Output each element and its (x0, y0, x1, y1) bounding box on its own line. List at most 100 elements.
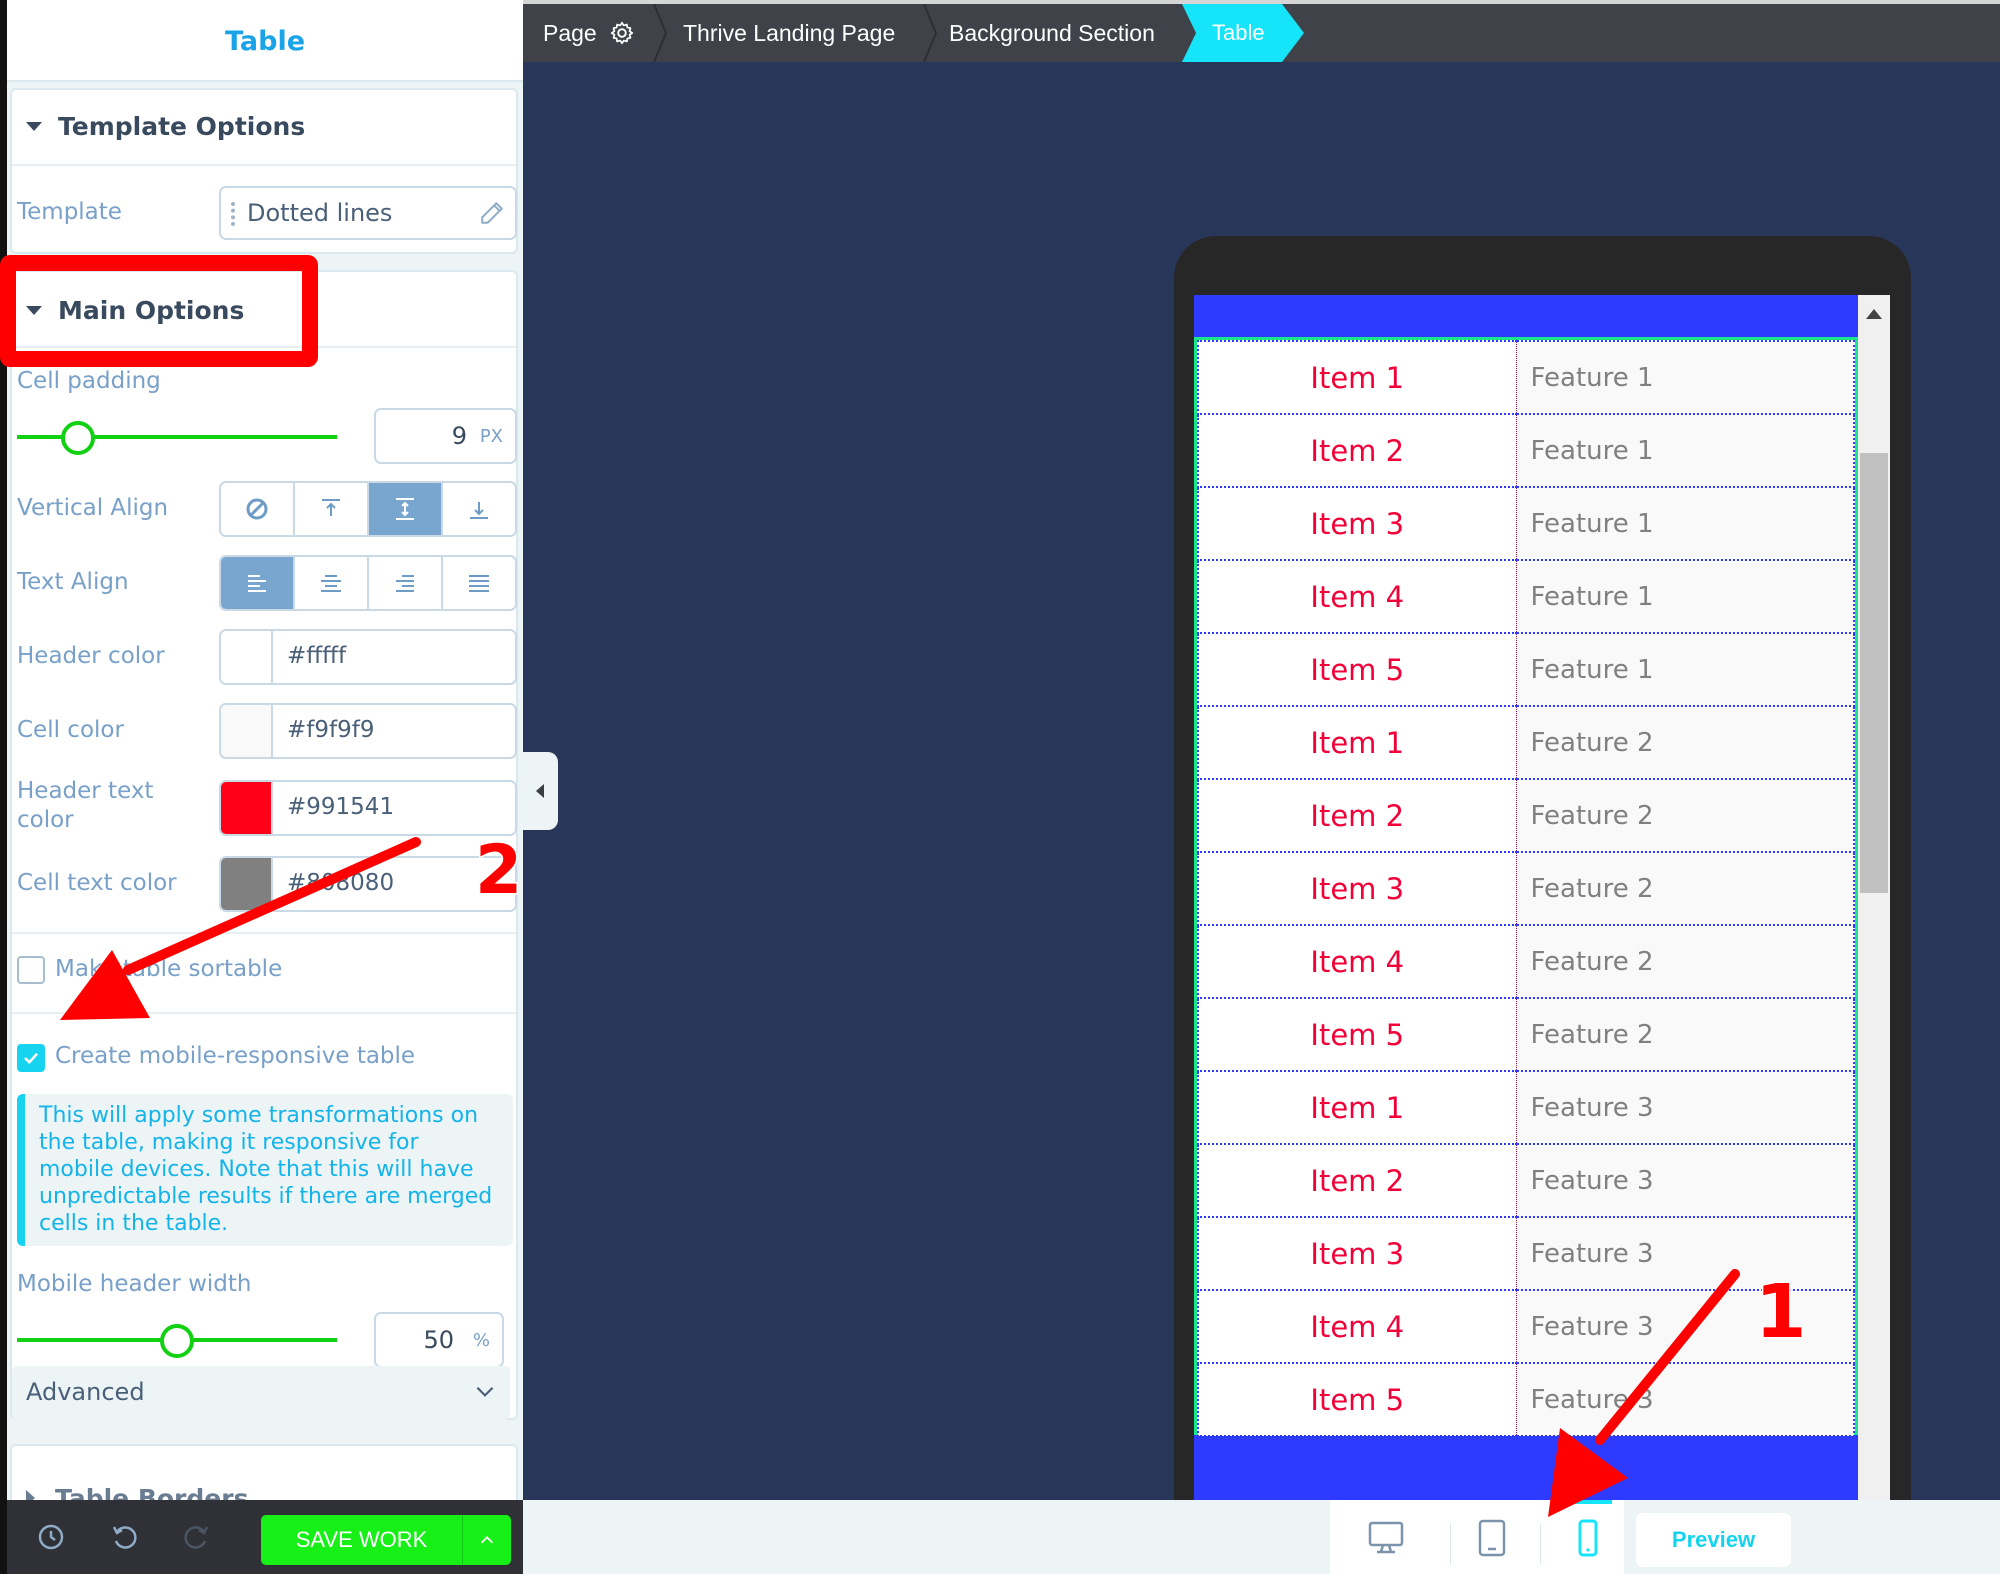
pencil-icon[interactable] (479, 200, 505, 226)
table-header-cell[interactable]: Item 2 (1197, 414, 1517, 488)
cell-padding-slider[interactable] (17, 417, 337, 457)
history-icon[interactable] (36, 1522, 66, 1552)
tablet-view-button[interactable] (1468, 1518, 1516, 1558)
header-text-color-value: #991541 (287, 794, 395, 820)
table-borders-header[interactable]: Table Borders (26, 1484, 248, 1500)
header-color-value: #fffff (287, 643, 347, 669)
text-align-left-button[interactable] (221, 557, 295, 609)
breadcrumb-item-page[interactable]: Page (543, 4, 635, 62)
save-work-button[interactable]: SAVE WORK (261, 1515, 511, 1565)
table-cell[interactable]: Feature 2 (1516, 998, 1855, 1072)
label-line: color (17, 807, 74, 833)
table-cell[interactable]: Feature 2 (1516, 925, 1855, 999)
cell-color-input[interactable]: #f9f9f9 (219, 703, 517, 759)
panel-footer: SAVE WORK (7, 1500, 523, 1574)
sortable-checkbox[interactable] (17, 956, 45, 984)
table-cell[interactable]: Feature 3 (1516, 1363, 1855, 1437)
cell-text-color-input[interactable]: #808080 (219, 856, 517, 912)
drag-handle-icon (231, 202, 235, 226)
valign-top-button[interactable] (295, 483, 369, 535)
valign-middle-button[interactable] (369, 483, 443, 535)
vertical-align-group (219, 481, 517, 537)
table-cell[interactable]: Feature 2 (1516, 852, 1855, 926)
table-row: Item 2 Feature 1 (1197, 414, 1855, 488)
slider-knob[interactable] (160, 1324, 194, 1358)
desktop-view-button[interactable] (1362, 1518, 1410, 1558)
header-color-swatch[interactable] (221, 631, 273, 683)
table-cell[interactable]: Feature 1 (1516, 414, 1855, 488)
breadcrumb-item-landing-page[interactable]: Thrive Landing Page (683, 4, 895, 62)
mobile-header-width-input[interactable]: 50 % (374, 1312, 504, 1368)
header-text-color-input[interactable]: #991541 (219, 780, 517, 836)
collapse-panel-button[interactable] (523, 752, 558, 830)
mobile-header-width-slider[interactable] (17, 1320, 337, 1360)
breadcrumb-item-background-section[interactable]: Background Section (949, 4, 1155, 62)
device-switcher (1330, 1500, 1624, 1574)
preview-button[interactable]: Preview (1636, 1513, 1791, 1567)
cell-padding-label: Cell padding (17, 368, 161, 394)
save-options-button[interactable] (463, 1515, 511, 1565)
text-align-group (219, 555, 517, 611)
table-header-cell[interactable]: Item 3 (1197, 487, 1517, 561)
table-header-cell[interactable]: Item 4 (1197, 560, 1517, 634)
table-header-cell[interactable]: Item 4 (1197, 1290, 1517, 1364)
advanced-toggle[interactable]: Advanced (12, 1366, 510, 1420)
canvas-scrollbar[interactable] (1858, 295, 1890, 1500)
breadcrumb-item-table[interactable]: Table (1182, 4, 1304, 62)
checkmark-icon (24, 1052, 38, 1065)
undo-icon[interactable] (109, 1522, 139, 1552)
table-row: Item 5 Feature 3 (1197, 1363, 1855, 1437)
table-element[interactable]: Item 1 Feature 1 Item 2 Feature 1 Item 3 Feat… (1194, 337, 1858, 1437)
table-cell[interactable]: Feature 1 (1516, 487, 1855, 561)
template-label: Template (17, 199, 122, 225)
cell-padding-input[interactable]: 9 PX (374, 408, 517, 464)
table-header-cell[interactable]: Item 2 (1197, 779, 1517, 853)
text-align-center-button[interactable] (295, 557, 369, 609)
header-color-input[interactable]: #fffff (219, 629, 517, 685)
sortable-label[interactable]: Make table sortable (55, 956, 282, 982)
align-justify-icon (469, 575, 489, 592)
header-color-label: Header color (17, 643, 165, 669)
template-select[interactable]: Dotted lines (219, 186, 517, 240)
valign-bottom-button[interactable] (443, 483, 515, 535)
table-header-cell[interactable]: Item 1 (1197, 706, 1517, 780)
valign-none-button[interactable] (221, 483, 295, 535)
divider (1540, 1524, 1541, 1564)
table-row: Item 5 Feature 2 (1197, 998, 1855, 1072)
table-header-cell[interactable]: Item 2 (1197, 1144, 1517, 1218)
cell-text-color-swatch[interactable] (221, 858, 273, 910)
table-header-cell[interactable]: Item 4 (1197, 925, 1517, 999)
text-align-justify-button[interactable] (443, 557, 515, 609)
gear-icon[interactable] (609, 20, 635, 46)
table-cell[interactable]: Feature 1 (1516, 340, 1855, 415)
table-cell[interactable]: Feature 3 (1516, 1217, 1855, 1291)
mobile-responsive-checkbox[interactable] (17, 1044, 45, 1072)
table-cell[interactable]: Feature 3 (1516, 1144, 1855, 1218)
table-header-cell[interactable]: Item 3 (1197, 1217, 1517, 1291)
header-text-color-swatch[interactable] (221, 782, 273, 834)
window-edge (0, 0, 7, 1574)
mobile-responsive-label[interactable]: Create mobile-responsive table (55, 1043, 415, 1069)
table-header-cell[interactable]: Item 3 (1197, 852, 1517, 926)
table-cell[interactable]: Feature 2 (1516, 706, 1855, 780)
table-header-cell[interactable]: Item 1 (1197, 340, 1517, 415)
table-cell[interactable]: Feature 1 (1516, 633, 1855, 707)
table-cell[interactable]: Feature 3 (1516, 1290, 1855, 1364)
template-options-header[interactable]: Template Options (26, 112, 305, 141)
redo-icon[interactable] (182, 1522, 212, 1552)
table-cell[interactable]: Feature 1 (1516, 560, 1855, 634)
scroll-up-icon[interactable] (1866, 309, 1882, 319)
table-header-cell[interactable]: Item 1 (1197, 1071, 1517, 1145)
scrollbar-thumb[interactable] (1860, 453, 1888, 893)
table-cell[interactable]: Feature 3 (1516, 1071, 1855, 1145)
mobile-view-button[interactable] (1564, 1518, 1612, 1558)
cell-color-swatch[interactable] (221, 705, 273, 757)
text-align-right-button[interactable] (369, 557, 443, 609)
slider-knob[interactable] (60, 421, 95, 455)
table-header-cell[interactable]: Item 5 (1197, 633, 1517, 707)
table-header-cell[interactable]: Item 5 (1197, 1363, 1517, 1437)
table-header-cell[interactable]: Item 5 (1197, 998, 1517, 1072)
table-cell[interactable]: Feature 2 (1516, 779, 1855, 853)
table-row: Item 3 Feature 2 (1197, 852, 1855, 926)
active-device-indicator (1564, 1500, 1612, 1504)
